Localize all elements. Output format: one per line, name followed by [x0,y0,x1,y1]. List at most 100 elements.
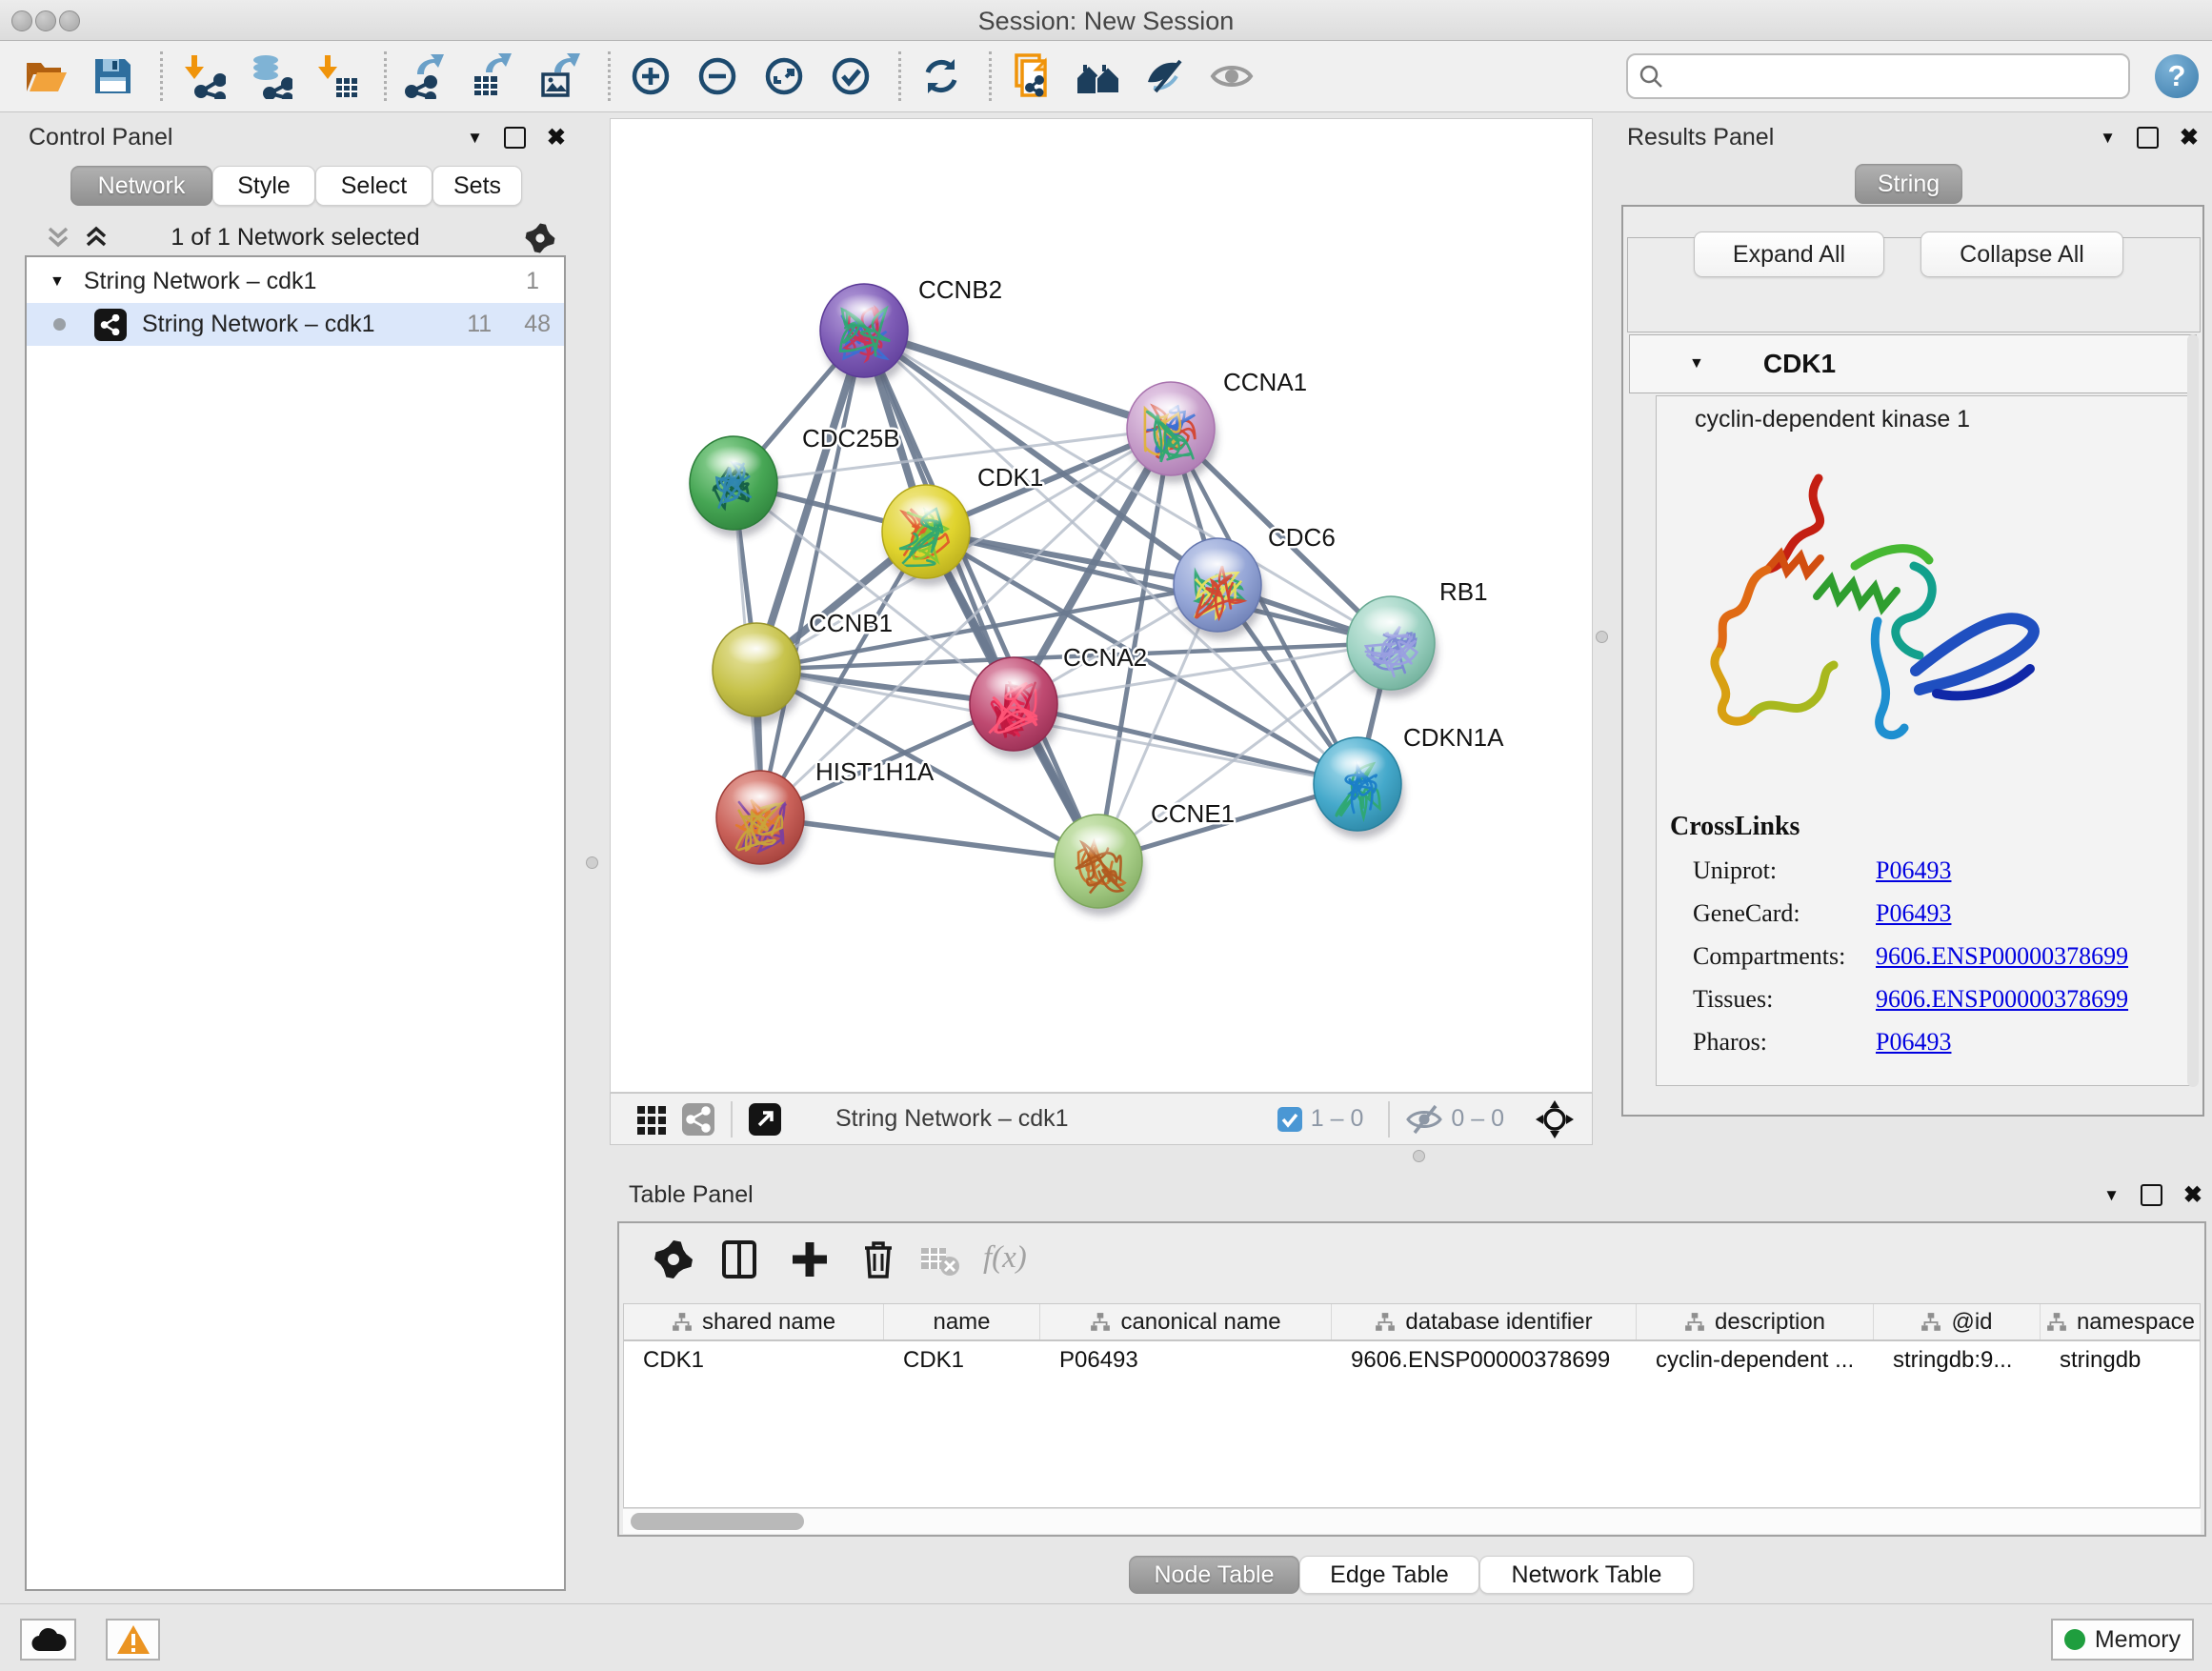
column-header-canonical-name[interactable]: canonical name [1040,1304,1332,1339]
function-builder-icon[interactable]: f(x) [983,1240,1027,1282]
network-edge[interactable] [1014,704,1357,784]
zoom-in-icon[interactable] [628,53,674,99]
export-table-icon[interactable] [471,53,516,99]
network-canvas[interactable]: CCNB2CCNA1CDC25BCDK1CDC6RB1CCNB1CCNA2CDK… [610,118,1593,1093]
splitter-handle-left[interactable] [586,856,598,869]
maximize-panel-icon[interactable] [2141,1184,2162,1206]
home-houses-icon[interactable] [1076,53,1121,99]
tab-edge-table[interactable]: Edge Table [1299,1556,1479,1594]
maximize-panel-icon[interactable] [504,127,526,149]
column-header-name[interactable]: name [884,1304,1040,1339]
close-panel-icon[interactable]: ✖ [2180,124,2199,151]
splitter-handle-bottom[interactable] [1413,1150,1425,1162]
collapse-all-button[interactable]: Collapse All [1920,232,2123,277]
cell-shared-name[interactable]: CDK1 [624,1341,884,1379]
float-panel-icon[interactable]: ▼ [2100,129,2116,148]
selected-checkbox-icon[interactable] [1277,1106,1303,1133]
clone-network-icon[interactable] [1009,53,1055,99]
export-network-icon[interactable] [404,53,450,99]
warnings-button[interactable] [106,1619,160,1661]
collapse-all-chevron-icon[interactable] [46,225,70,250]
float-panel-icon[interactable]: ▼ [467,129,483,148]
results-scrollbar[interactable] [2187,334,2199,1087]
add-column-icon[interactable] [789,1238,831,1280]
network-node-ccnb2[interactable] [820,284,911,385]
network-node-cdk1[interactable] [882,485,973,586]
vizmapper-icon[interactable] [1142,53,1188,99]
network-node-cdkn1a[interactable] [1314,737,1404,838]
float-panel-icon[interactable]: ▼ [2103,1186,2120,1205]
delete-column-trash-icon[interactable] [857,1238,899,1280]
column-header-namespace[interactable]: namespace [2041,1304,2201,1339]
delete-table-icon[interactable] [918,1238,960,1280]
scrollbar-thumb[interactable] [631,1513,804,1530]
refresh-icon[interactable] [918,53,964,99]
network-node-ccne1[interactable] [1055,815,1145,916]
crosslink-link[interactable]: P06493 [1876,856,1951,885]
search-box[interactable] [1626,53,2130,99]
crosslink-link[interactable]: P06493 [1876,1028,1951,1057]
cell-namespace[interactable]: stringdb [2041,1341,2201,1379]
search-input[interactable] [1664,62,2119,91]
gear-icon[interactable] [524,222,556,254]
cell-description[interactable]: cyclin-dependent ... [1637,1341,1874,1379]
cell-database-identifier[interactable]: 9606.ENSP00000378699 [1332,1341,1637,1379]
network-node-rb1[interactable] [1347,596,1438,697]
column-header-database-identifier[interactable]: database identifier [1332,1304,1637,1339]
zoom-out-icon[interactable] [694,53,740,99]
zoom-selected-icon[interactable] [828,53,874,99]
cell-canonical-name[interactable]: P06493 [1040,1341,1332,1379]
import-network-from-database-icon[interactable] [247,53,292,99]
protein-section-header[interactable]: ▼ CDK1 [1629,334,2197,393]
open-in-window-icon[interactable] [748,1102,782,1137]
close-panel-icon[interactable]: ✖ [547,124,566,151]
birds-eye-grid-icon[interactable] [635,1102,670,1137]
network-node-ccna1[interactable] [1127,382,1217,483]
crosslink-link[interactable]: 9606.ENSP00000378699 [1876,942,2128,971]
tab-select[interactable]: Select [315,166,432,206]
cell-id[interactable]: stringdb:9... [1874,1341,2041,1379]
close-panel-icon[interactable]: ✖ [2183,1181,2202,1209]
network-edge[interactable] [864,331,1391,643]
network-node-cdc25b[interactable] [690,436,780,537]
tab-style[interactable]: Style [212,166,315,206]
tab-network[interactable]: Network [70,166,212,206]
hidden-eye-slash-icon[interactable] [1405,1102,1443,1137]
table-horizontal-scrollbar[interactable] [623,1508,2201,1534]
memory-button[interactable]: Memory [2051,1619,2194,1661]
import-network-icon[interactable] [180,53,226,99]
network-node-ccnb1[interactable] [713,623,803,724]
crosslink-link[interactable]: 9606.ENSP00000378699 [1876,985,2128,1014]
crosslink-link[interactable]: P06493 [1876,899,1951,928]
table-row[interactable]: CDK1 CDK1 P06493 9606.ENSP00000378699 cy… [624,1341,2200,1379]
column-header-description[interactable]: description [1637,1304,1874,1339]
tab-network-table[interactable]: Network Table [1479,1556,1694,1594]
show-columns-icon[interactable] [718,1238,760,1280]
maximize-panel-icon[interactable] [2137,127,2159,149]
cloud-status-button[interactable] [20,1619,76,1661]
import-table-icon[interactable] [313,53,359,99]
tab-sets[interactable]: Sets [432,166,522,206]
network-node-hist1h1a[interactable] [716,771,807,872]
help-button[interactable]: ? [2155,54,2199,98]
network-row-selected[interactable]: String Network – cdk1 11 48 [27,303,564,346]
splitter-handle-right[interactable] [1596,631,1608,643]
open-session-icon[interactable] [23,53,69,99]
cell-name[interactable]: CDK1 [884,1341,1040,1379]
collection-caret-icon[interactable]: ▼ [50,273,65,291]
network-node-cdc6[interactable] [1174,538,1264,639]
expand-all-button[interactable]: Expand All [1694,232,1884,277]
network-collection-row[interactable]: ▼ String Network – cdk1 1 [27,260,564,303]
network-share-badge-icon[interactable] [681,1102,715,1137]
column-header-id[interactable]: @id [1874,1304,2041,1339]
tab-string[interactable]: String [1855,164,1962,204]
save-session-icon[interactable] [90,53,135,99]
network-node-ccna2[interactable] [970,657,1060,758]
column-header-shared-name[interactable]: shared name [624,1304,884,1339]
zoom-fit-icon[interactable] [761,53,807,99]
export-image-icon[interactable] [537,53,583,99]
eye-icon[interactable] [1209,53,1255,99]
tab-node-table[interactable]: Node Table [1129,1556,1299,1594]
section-caret-icon[interactable]: ▼ [1689,355,1704,372]
crosshair-icon[interactable] [1535,1099,1575,1139]
